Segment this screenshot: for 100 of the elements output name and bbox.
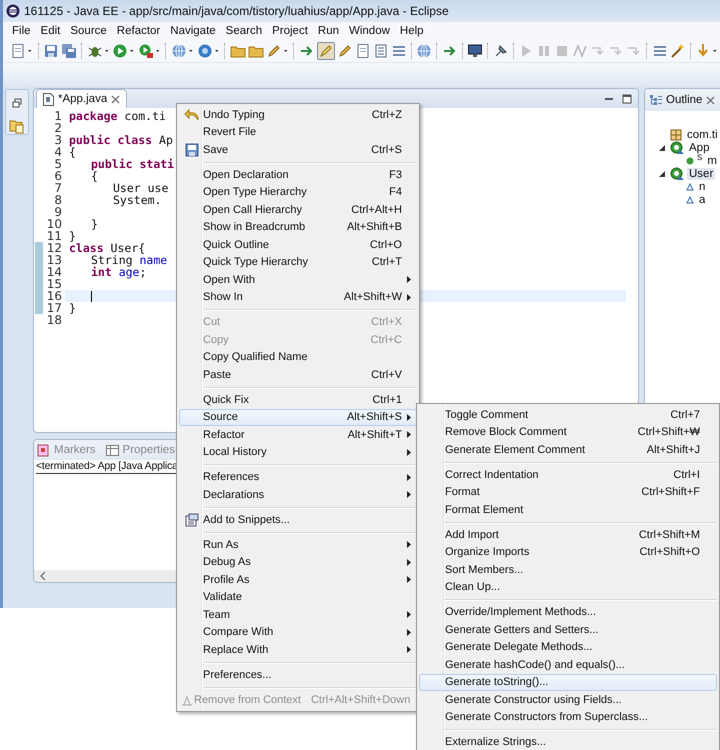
shortcut-label: Ctrl+O xyxy=(370,238,402,251)
menu-item[interactable]: Generate toString()... xyxy=(419,674,717,691)
menu-item[interactable]: Preferences... xyxy=(179,666,417,684)
floppy-disks-icon xyxy=(61,43,78,59)
menu-bar-item[interactable]: Run xyxy=(312,25,344,37)
menu-item[interactable]: Override/Implement Methods... xyxy=(419,604,717,621)
caret-icon[interactable] xyxy=(214,49,218,53)
menu-item[interactable]: Quick Fix Ctrl+1 xyxy=(179,391,417,408)
tree-item[interactable]: n xyxy=(697,180,708,192)
menu-item[interactable]: Show In Alt+Shift+W xyxy=(179,288,417,306)
expand-arrow-icon[interactable] xyxy=(659,170,665,176)
menu-item[interactable]: Open Declaration F3 xyxy=(179,166,417,184)
menu-item[interactable]: Generate Delegate Methods... xyxy=(419,638,717,656)
menu-item[interactable]: Compare With xyxy=(179,624,417,641)
scroll-left-icon[interactable] xyxy=(40,572,46,580)
tree-item[interactable]: User xyxy=(687,168,716,180)
menu-item[interactable]: Generate Constructor using Fields... xyxy=(419,691,717,708)
menu-bar-item[interactable]: File xyxy=(7,25,36,37)
menu-item[interactable]: Clean Up... xyxy=(419,578,717,596)
editor-tab[interactable]: *App.java xyxy=(36,89,128,108)
menu-item[interactable]: Add to Snippets... xyxy=(179,511,417,528)
line-number: 9 xyxy=(53,206,63,218)
pencil-icon xyxy=(266,43,282,59)
menu-item[interactable]: Declarations xyxy=(179,486,417,504)
menu-item[interactable]: Paste Ctrl+V xyxy=(179,366,417,384)
menu-bar-item[interactable]: Source xyxy=(65,25,112,37)
menu-item[interactable]: Organize Imports Ctrl+Shift+O xyxy=(419,544,717,561)
expand-arrow-icon[interactable] xyxy=(659,144,665,150)
shortcut-label: Alt+Shift+J xyxy=(646,444,700,456)
line-number: 6 xyxy=(53,170,63,182)
menu-item[interactable]: Quick Outline Ctrl+O xyxy=(179,236,417,254)
caret-icon[interactable] xyxy=(28,49,32,53)
menu-item[interactable]: Quick Type Hierarchy Ctrl+T xyxy=(179,254,417,271)
menu-item[interactable]: Copy Qualified Name xyxy=(179,348,417,366)
close-icon[interactable] xyxy=(706,96,716,104)
menu-item[interactable]: Open With xyxy=(179,271,417,288)
menu-item[interactable]: Generate hashCode() and equals()... xyxy=(419,656,717,674)
menu-item[interactable]: Refactor Alt+Shift+T xyxy=(179,426,417,444)
caret-icon[interactable] xyxy=(284,49,288,53)
code-line: public class Ap xyxy=(69,134,173,146)
menu-bar-item[interactable]: Navigate xyxy=(165,25,221,37)
close-icon[interactable] xyxy=(111,94,120,104)
menu-item[interactable]: Debug As xyxy=(179,554,417,571)
shortcut-label: Ctrl+I xyxy=(673,468,700,481)
menu-item[interactable]: Save Ctrl+S xyxy=(179,141,417,158)
tree-item[interactable]: App xyxy=(687,142,712,154)
monitor-icon xyxy=(467,43,484,59)
caret-icon[interactable] xyxy=(713,49,718,53)
menu-item[interactable]: Open Call Hierarchy Ctrl+Alt+H xyxy=(179,201,417,218)
undo-icon xyxy=(184,108,200,122)
shortcut-label: Alt+Shift+B xyxy=(346,221,402,234)
menu-item[interactable]: Add Import Ctrl+Shift+M xyxy=(419,526,717,544)
caret-icon[interactable] xyxy=(130,49,134,53)
menu-bar-item[interactable]: Window xyxy=(344,25,395,37)
circle-icon xyxy=(196,43,213,59)
menu-item[interactable]: Show in Breadcrumb Alt+Shift+B xyxy=(179,218,417,236)
menu-item[interactable]: Local History xyxy=(179,444,417,461)
menu-item[interactable]: Remove Block Comment Ctrl+Shift+₩ xyxy=(419,424,717,441)
menu-item[interactable]: Run As xyxy=(179,536,417,554)
restore-icon[interactable] xyxy=(12,98,22,108)
line-number: 16 xyxy=(46,290,63,302)
menu-item[interactable]: Externalize Strings... xyxy=(419,734,717,750)
list-icon xyxy=(372,43,389,59)
menu-item[interactable]: Source Alt+Shift+S xyxy=(179,408,417,426)
folder-icon[interactable] xyxy=(9,118,25,134)
menu-bar-item[interactable]: Project xyxy=(267,25,313,37)
menu-item[interactable]: Team xyxy=(179,606,417,624)
caret-icon[interactable] xyxy=(188,49,193,53)
menu-item[interactable]: Generate Element Comment Alt+Shift+J xyxy=(419,441,717,458)
static-label: S xyxy=(697,154,702,162)
menu-item[interactable]: Format Element xyxy=(419,501,717,518)
caret-icon[interactable] xyxy=(156,49,160,53)
menu-item[interactable]: Replace With xyxy=(179,641,417,658)
globe-icon xyxy=(416,43,432,59)
menu-item[interactable]: Undo Typing Ctrl+Z xyxy=(179,106,417,124)
menu-item[interactable]: Revert File xyxy=(179,124,417,141)
line-number: 1 xyxy=(53,110,63,122)
menu-item[interactable]: Format Ctrl+Shift+F xyxy=(419,484,717,501)
menu-bar-item[interactable]: Edit xyxy=(36,25,66,37)
menu-item[interactable]: Profile As xyxy=(179,571,417,588)
menu-bar-item[interactable]: Refactor xyxy=(112,25,166,37)
shortcut-label: Ctrl+Alt+Shift+Down xyxy=(310,694,410,706)
menu-item[interactable]: Sort Members... xyxy=(419,561,717,578)
toolbar-button[interactable] xyxy=(467,42,484,60)
menu-item[interactable]: Generate Getters and Setters... xyxy=(419,621,717,638)
tree-item[interactable]: a xyxy=(697,194,708,206)
tree-item[interactable]: com.ti xyxy=(685,128,720,140)
menu-bar-item[interactable]: Help xyxy=(394,25,429,37)
menu-bar-item[interactable]: Search xyxy=(220,25,268,37)
line-number: 14 xyxy=(46,266,63,278)
shortcut-label: Ctrl+7 xyxy=(670,408,700,421)
menu-item[interactable]: Open Type Hierarchy F4 xyxy=(179,184,417,201)
caret-icon[interactable] xyxy=(104,49,108,53)
shortcut-label: F4 xyxy=(389,186,402,198)
menu-item[interactable]: Toggle Comment Ctrl+7 xyxy=(419,406,717,424)
line-number: 4 xyxy=(53,146,63,158)
tree-item[interactable]: m xyxy=(705,154,719,166)
menu-item[interactable]: Generate Constructors from Superclass... xyxy=(419,708,717,726)
menu-item[interactable]: Validate xyxy=(179,588,417,606)
maximize-icon[interactable] xyxy=(622,94,632,104)
